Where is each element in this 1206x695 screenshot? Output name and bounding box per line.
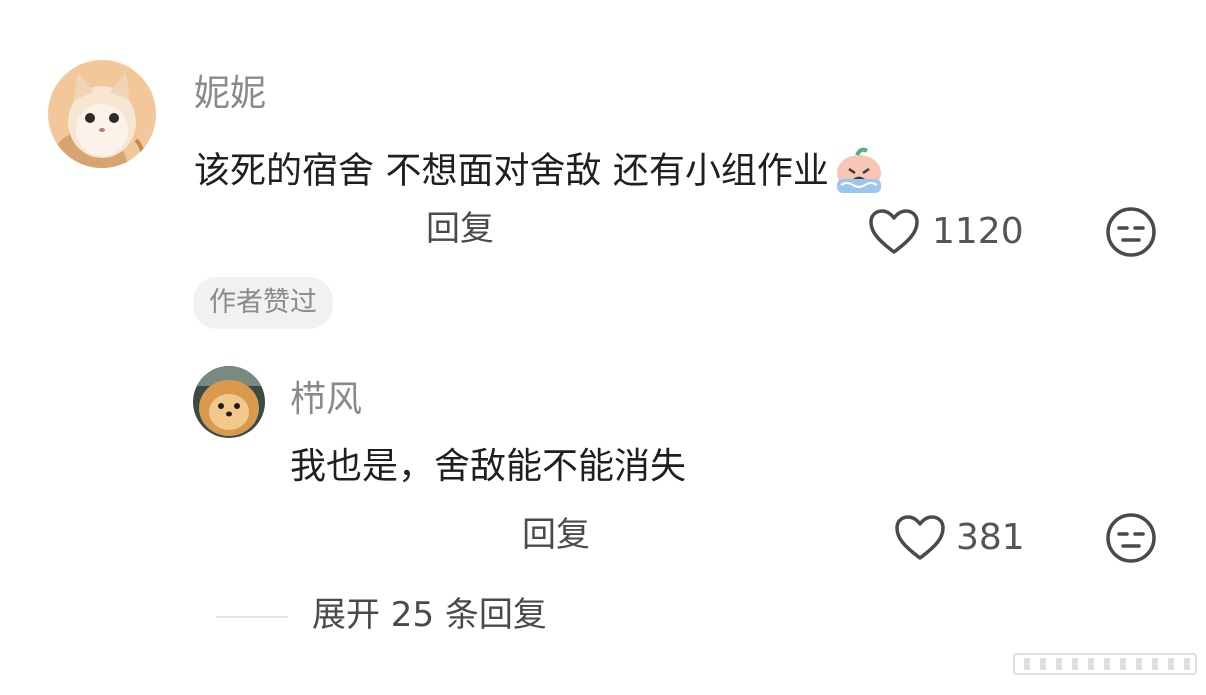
avatar-zhifeng[interactable] [193,366,265,438]
comment-text: 我也是，舍敌能不能消失 [290,446,687,487]
heart-outline-icon[interactable] [868,208,920,260]
like-count: 1120 [932,211,1024,252]
username[interactable]: 妮妮 [194,76,266,112]
comment-text: 该死的宿舍 不想面对舍敌 还有小组作业 [194,143,887,202]
username[interactable]: 栉风 [290,382,362,418]
avatar-nini[interactable] [48,60,156,168]
meh-face-icon[interactable] [1105,512,1157,568]
reply-button[interactable]: 回复 [522,518,590,552]
heart-outline-icon[interactable] [894,514,946,566]
expand-divider [216,616,288,618]
reply-button[interactable]: 回复 [426,212,494,246]
crying-emoji-icon [831,143,887,202]
like-count: 381 [956,517,1025,558]
meh-face-icon[interactable] [1105,206,1157,262]
comment-text-content: 该死的宿舍 不想面对舍敌 还有小组作业 [194,150,829,192]
expand-replies-button[interactable]: 展开 25 条回复 [312,598,547,632]
author-liked-badge: 作者赞过 [193,277,333,329]
watermark-logo [1010,652,1200,676]
